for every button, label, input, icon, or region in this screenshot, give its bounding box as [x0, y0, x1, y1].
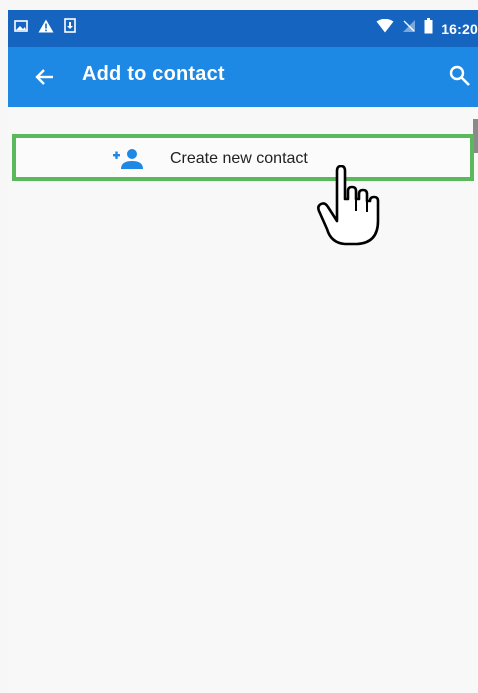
create-new-contact-label: Create new contact	[170, 150, 308, 167]
app-bar: Add to contact	[8, 47, 478, 107]
search-icon[interactable]	[448, 64, 472, 88]
arrow-back-icon[interactable]	[32, 64, 58, 90]
status-right-icons: 16:20	[376, 18, 478, 39]
contact-list: Create new contact	[8, 107, 478, 693]
status-time: 16:20	[441, 20, 478, 37]
warning-icon	[38, 19, 54, 38]
wifi-icon	[376, 18, 394, 38]
image-icon	[14, 19, 28, 38]
status-left-icons	[14, 18, 76, 38]
add-person-icon	[112, 148, 146, 170]
no-sim-icon	[402, 19, 416, 38]
phone-screen: 16:20 Add to contact Create new contact	[0, 0, 478, 693]
battery-icon	[424, 18, 433, 39]
hand-pointer-icon	[315, 164, 381, 247]
create-new-contact-button[interactable]: Create new contact	[12, 134, 474, 181]
status-bar: 16:20	[8, 10, 478, 47]
page-title: Add to contact	[82, 63, 225, 85]
download-icon	[64, 18, 76, 38]
